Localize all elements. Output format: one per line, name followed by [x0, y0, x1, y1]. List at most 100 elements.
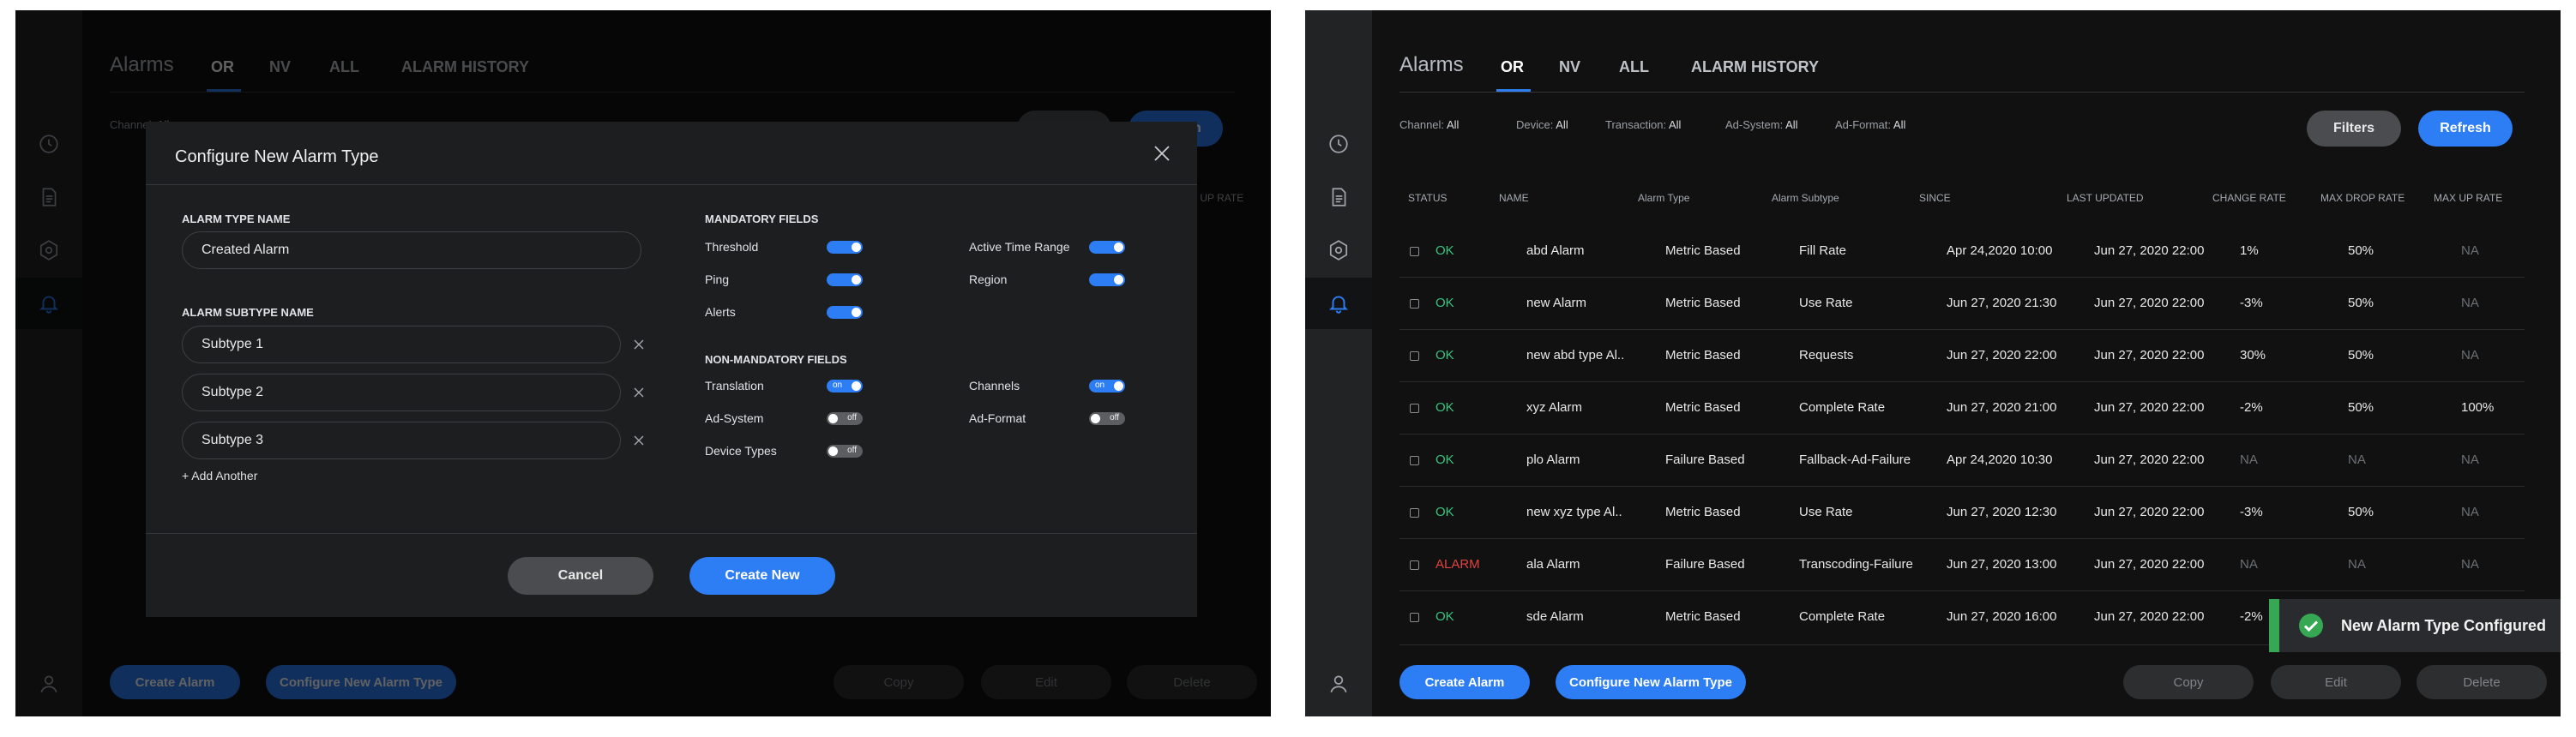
filter-ad-format[interactable]: Ad-Format: All [1835, 118, 1905, 131]
threshold-toggle[interactable] [827, 241, 863, 254]
table-row[interactable]: OK new xyz type Al.. Metric Based Use Ra… [1399, 487, 2525, 539]
row-checkbox[interactable] [1410, 613, 1419, 622]
status-badge: OK [1435, 505, 1454, 519]
filters-button[interactable]: Filters [2307, 111, 2401, 147]
subtype-input-1[interactable]: Subtype 1 [182, 326, 621, 363]
alarm-type-name-input[interactable]: Created Alarm [182, 231, 641, 269]
ad-format-toggle[interactable]: off [1089, 412, 1125, 425]
column-header-max-up-rate[interactable]: MAX UP RATE [2434, 192, 2502, 204]
page-title: Alarms [1399, 53, 1464, 76]
field-channels: Channels [969, 379, 1020, 392]
since: Jun 27, 2020 12:30 [1947, 505, 2057, 519]
create-alarm-button[interactable]: Create Alarm [1399, 665, 1530, 699]
add-another-link[interactable]: + Add Another [182, 469, 257, 482]
tab-all[interactable]: ALL [1619, 58, 1649, 76]
status-badge: OK [1435, 452, 1454, 467]
translation-toggle[interactable]: on [827, 380, 863, 392]
tab-nv[interactable]: NV [1559, 58, 1580, 76]
remove-subtype-3-icon[interactable] [630, 432, 647, 449]
ad-system-toggle[interactable]: off [827, 412, 863, 425]
check-circle-icon [2298, 613, 2324, 638]
create-new-button[interactable]: Create New [689, 557, 835, 595]
last-updated: Jun 27, 2020 22:00 [2094, 452, 2205, 467]
last-updated: Jun 27, 2020 22:00 [2094, 348, 2205, 363]
row-checkbox[interactable] [1410, 508, 1419, 518]
channels-toggle[interactable]: on [1089, 380, 1125, 392]
filter-device[interactable]: Device: All [1516, 118, 1568, 131]
subtype-input-2[interactable]: Subtype 2 [182, 374, 621, 411]
column-header-since[interactable]: SINCE [1919, 192, 1951, 204]
remove-subtype-1-icon[interactable] [630, 336, 647, 353]
status-badge: OK [1435, 348, 1454, 363]
bell-icon[interactable] [1305, 278, 1372, 329]
alarm-subtype: Use Rate [1799, 296, 1853, 310]
alarm-subtype: Fill Rate [1799, 243, 1847, 258]
device-types-toggle[interactable]: off [827, 445, 863, 458]
alarm-type: Failure Based [1665, 557, 1745, 572]
field-active-time-range: Active Time Range [969, 240, 1070, 254]
table-row[interactable]: OK new Alarm Metric Based Use Rate Jun 2… [1399, 278, 2525, 330]
ping-toggle[interactable] [827, 273, 863, 286]
region-toggle[interactable] [1089, 273, 1125, 286]
column-header-last-updated[interactable]: LAST UPDATED [2067, 192, 2144, 204]
document-icon[interactable] [1305, 171, 1372, 223]
since: Apr 24,2020 10:00 [1947, 243, 2053, 258]
row-checkbox[interactable] [1410, 456, 1419, 465]
close-icon[interactable] [1149, 141, 1175, 166]
column-header-status[interactable]: STATUS [1408, 192, 1447, 204]
remove-subtype-2-icon[interactable] [630, 384, 647, 401]
settings-icon[interactable] [1305, 225, 1372, 276]
filter-ad-system[interactable]: Ad-System: All [1725, 118, 1798, 131]
configure-alarm-type-button[interactable]: Configure New Alarm Type [1556, 665, 1746, 699]
alarm-subtype-name-label: ALARM SUBTYPE NAME [182, 306, 314, 319]
row-checkbox[interactable] [1410, 404, 1419, 413]
last-updated: Jun 27, 2020 22:00 [2094, 557, 2205, 572]
history-icon[interactable] [1305, 118, 1372, 170]
alarm-type: Metric Based [1665, 348, 1741, 363]
change-rate: -2% [2240, 609, 2263, 624]
row-checkbox[interactable] [1410, 351, 1419, 361]
row-checkbox[interactable] [1410, 299, 1419, 309]
status-badge: OK [1435, 243, 1454, 258]
status-badge: ALARM [1435, 557, 1480, 572]
table-row[interactable]: ALARM ala Alarm Failure Based Transcodin… [1399, 539, 2525, 591]
alarm-name: new xyz type Al.. [1526, 505, 1622, 519]
column-header-name[interactable]: NAME [1499, 192, 1529, 204]
cancel-button[interactable]: Cancel [508, 557, 653, 595]
modal-title: Configure New Alarm Type [175, 147, 379, 166]
max-up-rate: NA [2461, 348, 2479, 363]
user-icon[interactable] [1305, 658, 1372, 710]
column-header-change-rate[interactable]: CHANGE RATE [2212, 192, 2286, 204]
alerts-toggle[interactable] [827, 306, 863, 319]
status-badge: OK [1435, 609, 1454, 624]
refresh-button[interactable]: Refresh [2418, 111, 2513, 147]
max-up-rate: NA [2461, 452, 2479, 467]
success-toast[interactable]: New Alarm Type Configured [2269, 599, 2561, 652]
subtype-input-3[interactable]: Subtype 3 [182, 422, 621, 459]
modal-footer-divider [146, 533, 1197, 534]
row-checkbox[interactable] [1410, 560, 1419, 570]
row-checkbox[interactable] [1410, 247, 1419, 256]
field-translation: Translation [705, 379, 764, 392]
table-row[interactable]: OK new abd type Al.. Metric Based Reques… [1399, 330, 2525, 382]
max-up-rate: NA [2461, 243, 2479, 258]
alarm-type-name-label: ALARM TYPE NAME [182, 213, 291, 225]
change-rate: NA [2240, 557, 2258, 572]
column-header-max-drop-rate[interactable]: MAX DROP RATE [2320, 192, 2404, 204]
alarm-subtype: Fallback-Ad-Failure [1799, 452, 1911, 467]
table-row[interactable]: OK plo Alarm Failure Based Fallback-Ad-F… [1399, 434, 2525, 487]
alarm-name: new Alarm [1526, 296, 1587, 310]
alarm-name: abd Alarm [1526, 243, 1585, 258]
active-time-range-toggle[interactable] [1089, 241, 1125, 254]
column-header-alarm-subtype[interactable]: Alarm Subtype [1772, 192, 1839, 204]
filter-channel[interactable]: Channel: All [1399, 118, 1459, 131]
column-header-alarm-type[interactable]: Alarm Type [1638, 192, 1689, 204]
table-row[interactable]: OK abd Alarm Metric Based Fill Rate Apr … [1399, 225, 2525, 278]
delete-button[interactable]: Delete [2417, 665, 2547, 699]
copy-button[interactable]: Copy [2123, 665, 2254, 699]
filter-transaction[interactable]: Transaction: All [1605, 118, 1681, 131]
tab-or[interactable]: OR [1501, 58, 1524, 76]
edit-button[interactable]: Edit [2271, 665, 2401, 699]
tab-alarm-history[interactable]: ALARM HISTORY [1691, 58, 1819, 76]
table-row[interactable]: OK xyz Alarm Metric Based Complete Rate … [1399, 382, 2525, 434]
